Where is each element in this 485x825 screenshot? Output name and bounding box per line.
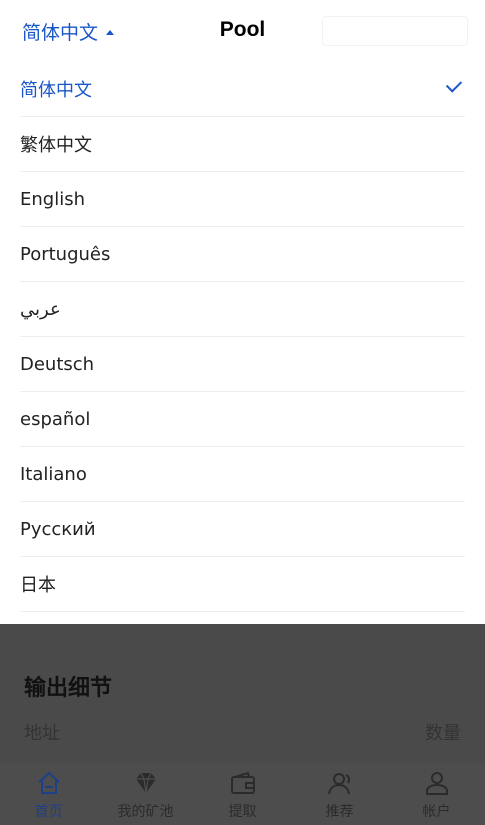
language-option[interactable]: English xyxy=(20,172,465,227)
language-label: 简体中文 xyxy=(20,80,92,101)
diamond-icon xyxy=(135,772,156,794)
language-option[interactable]: Русский xyxy=(20,502,465,557)
language-option[interactable]: 日本 xyxy=(20,557,465,612)
nav-label: 推荐 xyxy=(325,804,354,820)
nav-label: 帐户 xyxy=(422,804,451,820)
language-option[interactable]: Italiano xyxy=(20,447,465,502)
language-dropdown: 简体中文 繁体中文 English Português عربي Deutsch… xyxy=(0,62,485,624)
user-icon xyxy=(425,772,448,795)
header-placeholder xyxy=(322,16,468,46)
header: 简体中文 Pool xyxy=(0,0,485,62)
bottom-nav: 首页 我的矿池 提取 推荐 帐户 xyxy=(0,763,485,825)
column-header-quantity: 数量 xyxy=(425,723,461,744)
nav-item-pool[interactable]: 我的矿池 xyxy=(97,763,194,825)
language-option[interactable]: 简体中文 xyxy=(20,62,465,117)
nav-item-recommend[interactable]: 推荐 xyxy=(291,763,388,825)
check-icon xyxy=(445,76,463,93)
language-option[interactable]: Português xyxy=(20,227,465,282)
language-option[interactable]: español xyxy=(20,392,465,447)
wallet-icon xyxy=(230,771,255,794)
language-label: Deutsch xyxy=(20,353,95,375)
users-icon xyxy=(327,773,350,795)
language-label: English xyxy=(20,188,85,210)
nav-item-withdraw[interactable]: 提取 xyxy=(194,763,291,825)
nav-label: 提取 xyxy=(228,804,257,820)
language-option[interactable]: Deutsch xyxy=(20,337,465,392)
nav-label: 我的矿池 xyxy=(117,804,174,820)
language-label: Italiano xyxy=(20,463,87,485)
language-label: 繁体中文 xyxy=(20,135,92,156)
home-icon xyxy=(37,771,60,794)
language-label: 日本 xyxy=(20,575,56,596)
language-label: Русский xyxy=(20,518,96,540)
nav-label: 首页 xyxy=(34,804,63,820)
section-title: 输出细节 xyxy=(24,676,113,701)
language-option[interactable]: 繁体中文 xyxy=(20,117,465,172)
dropdown-footer xyxy=(20,612,465,624)
language-label: Português xyxy=(20,243,111,265)
column-header-address: 地址 xyxy=(24,723,60,744)
nav-item-account[interactable]: 帐户 xyxy=(388,763,485,825)
language-option[interactable]: عربي xyxy=(20,282,465,337)
language-label: عربي xyxy=(20,298,61,320)
language-label: español xyxy=(20,408,91,430)
nav-item-home[interactable]: 首页 xyxy=(0,763,97,825)
